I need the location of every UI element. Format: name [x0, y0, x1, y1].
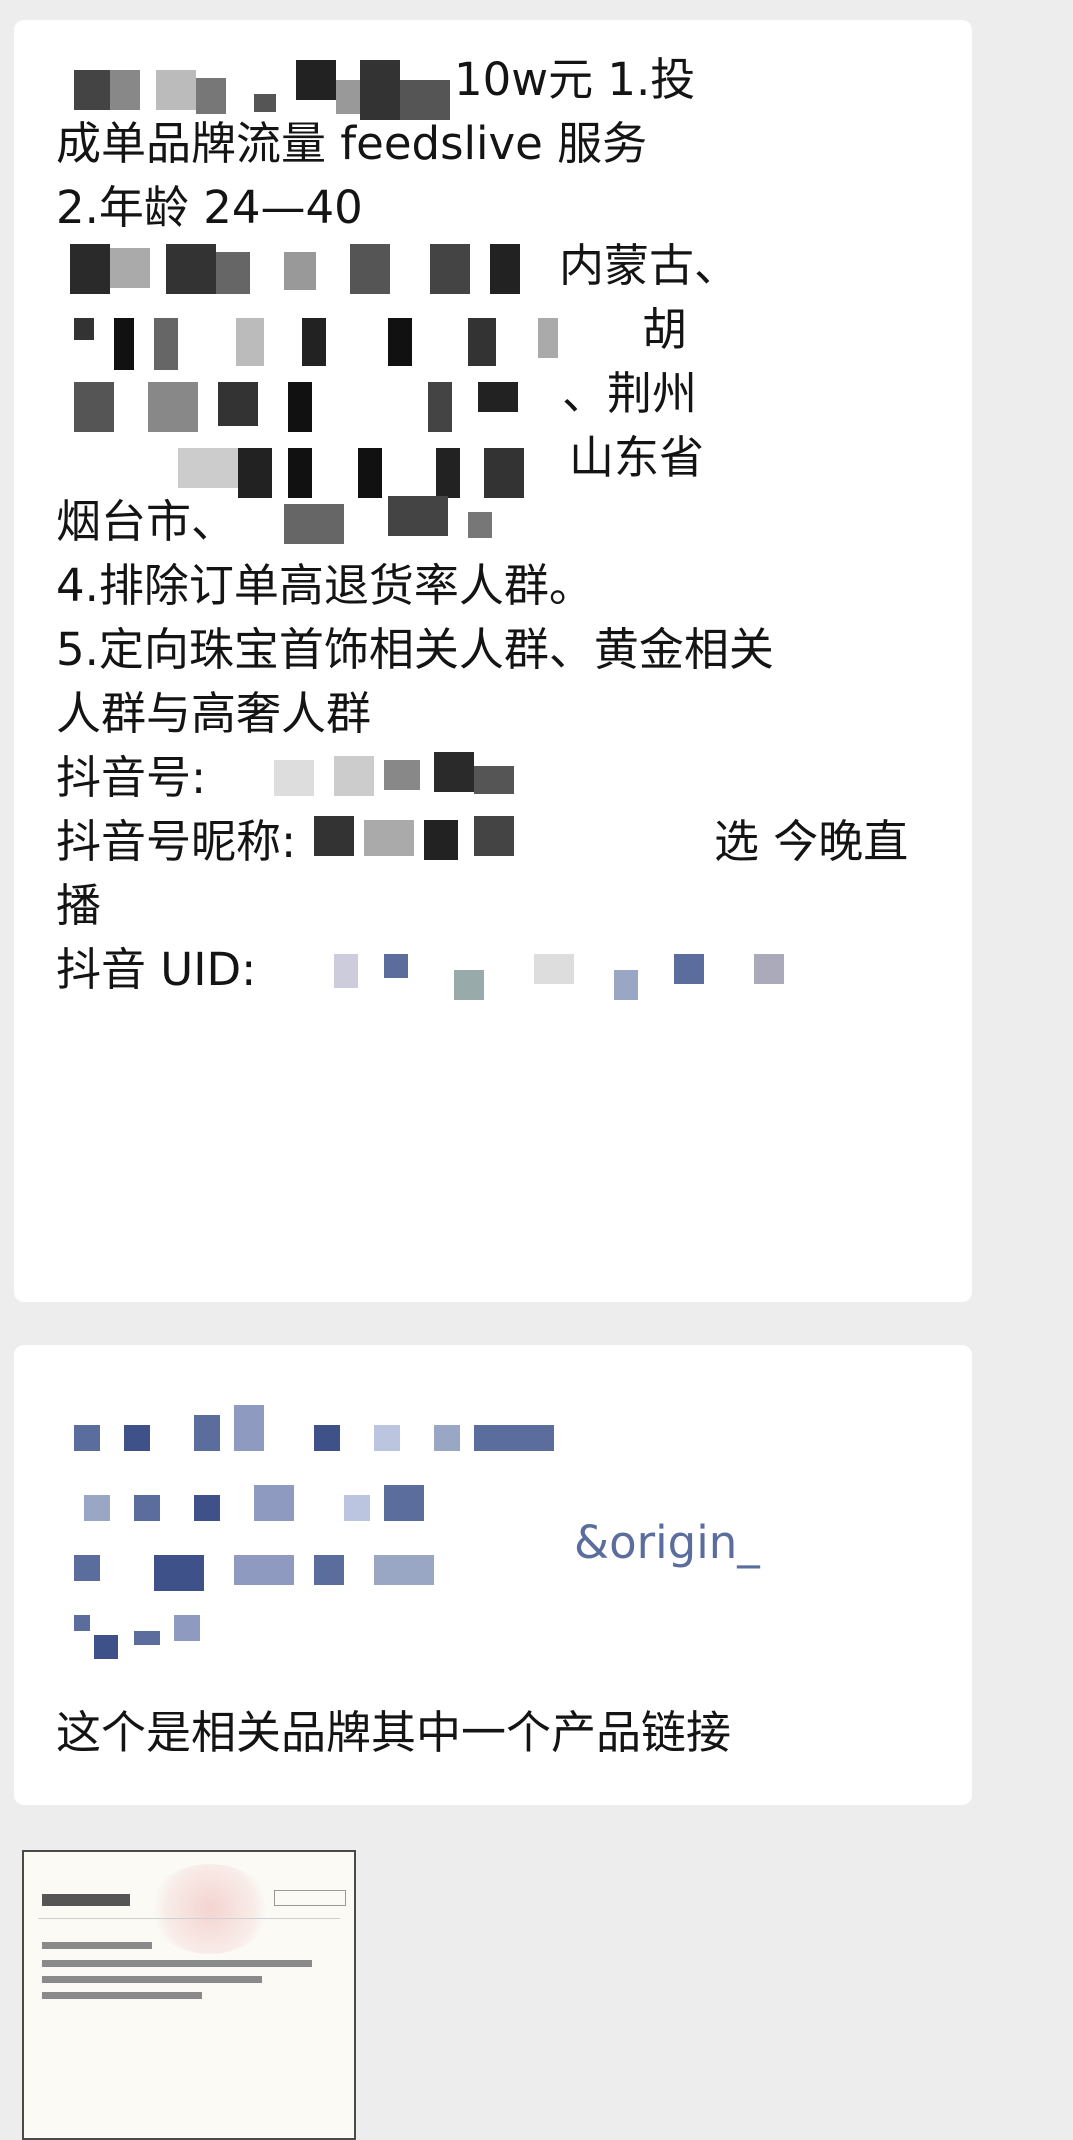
message-bubble-1[interactable]: 10w元 1.投 成单品牌流量 feedslive 服务 2.年龄 24—40 — [14, 20, 972, 1302]
message-text: 抖音 UID: — [56, 943, 257, 996]
redacted-link-mosaic — [54, 1385, 614, 1705]
document-text-redacted — [42, 1960, 312, 1967]
message-text: 抖音号昵称: — [56, 815, 297, 868]
message-text: 10w元 1.投 — [454, 53, 696, 106]
message-bubble-2[interactable]: &origin_ 这个是相关品牌其中一个产品链接 — [14, 1345, 972, 1805]
divider — [38, 1918, 340, 1919]
message-text: 、荆州 — [562, 367, 698, 420]
message-text: 内蒙古、 — [559, 239, 740, 292]
message-text: 4.排除订单高退货率人群。 — [56, 559, 594, 612]
message-text: 山东省 — [569, 431, 705, 484]
message-text: 2.年龄 24—40 — [56, 181, 363, 234]
message-text: 成单品牌流量 feedslive 服务 — [56, 117, 648, 170]
redacted-mosaic — [74, 60, 454, 122]
message-text: 这个是相关品牌其中一个产品链接 — [56, 1706, 732, 1759]
document-number-box — [274, 1890, 346, 1906]
document-image-thumbnail[interactable] — [22, 1850, 356, 2140]
red-seal-stamp — [150, 1864, 270, 1954]
redacted-mosaic — [274, 750, 694, 880]
message-text: 烟台市、 — [56, 495, 237, 548]
document-text-redacted — [42, 1992, 202, 1999]
document-text-redacted — [42, 1942, 152, 1949]
message-text: 胡 — [642, 303, 688, 356]
message-text: 人群与高奢人群 — [56, 687, 372, 740]
message-link-fragment[interactable]: &origin_ — [574, 1515, 760, 1571]
document-heading-redacted — [42, 1894, 130, 1906]
redacted-mosaic — [334, 940, 854, 1010]
message-text: 选 今晚直 — [714, 815, 909, 868]
message-text: 抖音号: — [56, 751, 207, 804]
message-text: 播 — [56, 879, 102, 932]
document-text-redacted — [42, 1976, 262, 1983]
message-text: 5.定向珠宝首饰相关人群、黄金相关 — [56, 623, 774, 676]
